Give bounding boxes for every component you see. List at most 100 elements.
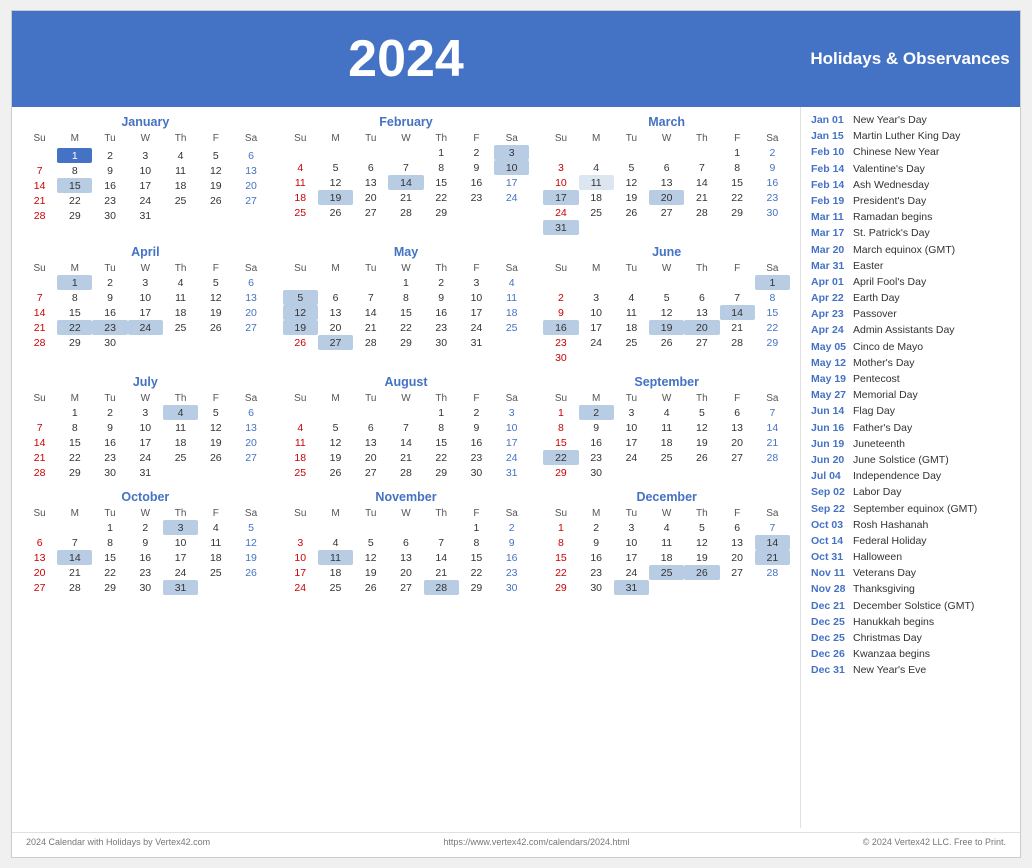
calendar-day[interactable]: 18 [163, 305, 198, 320]
calendar-day[interactable]: 12 [684, 535, 719, 550]
calendar-day[interactable]: 28 [720, 335, 755, 350]
calendar-day[interactable]: 5 [649, 290, 684, 305]
calendar-day[interactable]: 2 [459, 405, 494, 420]
calendar-day[interactable]: 29 [57, 465, 92, 480]
calendar-day[interactable]: 15 [57, 435, 92, 450]
calendar-day[interactable]: 23 [579, 450, 614, 465]
calendar-day[interactable]: 30 [579, 580, 614, 595]
calendar-day[interactable]: 1 [424, 405, 459, 420]
calendar-day[interactable]: 13 [233, 290, 268, 305]
calendar-day[interactable]: 29 [543, 465, 578, 480]
calendar-day[interactable]: 12 [353, 550, 388, 565]
calendar-day[interactable]: 17 [128, 178, 163, 193]
calendar-day[interactable]: 25 [649, 565, 684, 580]
calendar-day[interactable]: 19 [684, 550, 719, 565]
calendar-day[interactable]: 29 [424, 205, 459, 220]
calendar-day[interactable]: 12 [318, 435, 353, 450]
calendar-day[interactable]: 27 [233, 320, 268, 335]
calendar-day[interactable]: 23 [494, 565, 529, 580]
calendar-day[interactable]: 21 [22, 193, 57, 208]
calendar-day[interactable]: 10 [459, 290, 494, 305]
calendar-day[interactable]: 4 [649, 405, 684, 420]
calendar-day[interactable]: 27 [720, 450, 755, 465]
calendar-day[interactable]: 9 [92, 163, 127, 178]
calendar-day[interactable]: 27 [353, 465, 388, 480]
calendar-day[interactable]: 20 [318, 320, 353, 335]
calendar-day[interactable]: 17 [459, 305, 494, 320]
calendar-day[interactable]: 17 [494, 435, 529, 450]
calendar-day[interactable]: 16 [543, 320, 578, 335]
calendar-day[interactable]: 29 [388, 335, 423, 350]
calendar-day[interactable]: 28 [388, 465, 423, 480]
calendar-day[interactable]: 15 [424, 175, 459, 190]
calendar-day[interactable]: 8 [755, 290, 790, 305]
calendar-day[interactable]: 3 [459, 275, 494, 290]
calendar-day[interactable]: 25 [163, 193, 198, 208]
calendar-day[interactable]: 12 [283, 305, 318, 320]
calendar-day[interactable]: 5 [233, 520, 268, 535]
calendar-day[interactable]: 4 [579, 160, 614, 175]
calendar-day[interactable]: 20 [233, 178, 268, 193]
calendar-day[interactable]: 12 [198, 290, 233, 305]
calendar-day[interactable]: 14 [424, 550, 459, 565]
calendar-day[interactable]: 12 [233, 535, 268, 550]
calendar-day[interactable]: 13 [684, 305, 719, 320]
calendar-day[interactable]: 20 [684, 320, 719, 335]
calendar-day[interactable]: 28 [755, 450, 790, 465]
calendar-day[interactable]: 27 [233, 193, 268, 208]
calendar-day[interactable]: 17 [543, 190, 578, 205]
calendar-day[interactable]: 24 [614, 450, 649, 465]
calendar-day[interactable]: 26 [318, 205, 353, 220]
calendar-day[interactable]: 7 [755, 520, 790, 535]
calendar-day[interactable]: 21 [353, 320, 388, 335]
calendar-day[interactable]: 14 [388, 435, 423, 450]
calendar-day[interactable]: 14 [388, 175, 423, 190]
calendar-day[interactable]: 4 [283, 160, 318, 175]
calendar-day[interactable]: 2 [543, 290, 578, 305]
calendar-day[interactable]: 29 [720, 205, 755, 220]
calendar-day[interactable]: 9 [579, 535, 614, 550]
calendar-day[interactable]: 1 [459, 520, 494, 535]
calendar-day[interactable]: 28 [388, 205, 423, 220]
calendar-day[interactable]: 2 [424, 275, 459, 290]
calendar-day[interactable]: 8 [424, 420, 459, 435]
calendar-day[interactable]: 12 [198, 163, 233, 178]
calendar-day[interactable]: 4 [649, 520, 684, 535]
calendar-day[interactable]: 11 [198, 535, 233, 550]
calendar-day[interactable]: 11 [163, 290, 198, 305]
calendar-day[interactable]: 6 [649, 160, 684, 175]
calendar-day[interactable]: 5 [684, 405, 719, 420]
calendar-day[interactable]: 16 [424, 305, 459, 320]
calendar-day[interactable]: 16 [92, 435, 127, 450]
calendar-day[interactable]: 19 [353, 565, 388, 580]
calendar-day[interactable]: 21 [424, 565, 459, 580]
calendar-day[interactable]: 24 [543, 205, 578, 220]
calendar-day[interactable]: 13 [318, 305, 353, 320]
calendar-day[interactable]: 31 [494, 465, 529, 480]
calendar-day[interactable]: 2 [459, 145, 494, 160]
calendar-day[interactable]: 23 [543, 335, 578, 350]
calendar-day[interactable]: 16 [128, 550, 163, 565]
calendar-day[interactable]: 30 [92, 335, 127, 350]
calendar-day[interactable]: 9 [459, 160, 494, 175]
calendar-day[interactable]: 18 [283, 190, 318, 205]
calendar-day[interactable]: 15 [57, 305, 92, 320]
calendar-day[interactable]: 20 [388, 565, 423, 580]
calendar-day[interactable]: 3 [163, 520, 198, 535]
calendar-day[interactable]: 13 [720, 420, 755, 435]
calendar-day[interactable]: 22 [459, 565, 494, 580]
calendar-day[interactable]: 21 [22, 320, 57, 335]
calendar-day[interactable]: 7 [684, 160, 719, 175]
calendar-day[interactable]: 8 [57, 420, 92, 435]
calendar-day[interactable]: 7 [22, 163, 57, 178]
calendar-day[interactable]: 28 [684, 205, 719, 220]
calendar-day[interactable]: 3 [128, 148, 163, 163]
calendar-day[interactable]: 29 [57, 335, 92, 350]
calendar-day[interactable]: 20 [720, 550, 755, 565]
calendar-day[interactable]: 26 [614, 205, 649, 220]
calendar-day[interactable]: 10 [614, 535, 649, 550]
calendar-day[interactable]: 3 [543, 160, 578, 175]
calendar-day[interactable]: 15 [543, 435, 578, 450]
calendar-day[interactable]: 25 [198, 565, 233, 580]
calendar-day[interactable]: 25 [649, 450, 684, 465]
